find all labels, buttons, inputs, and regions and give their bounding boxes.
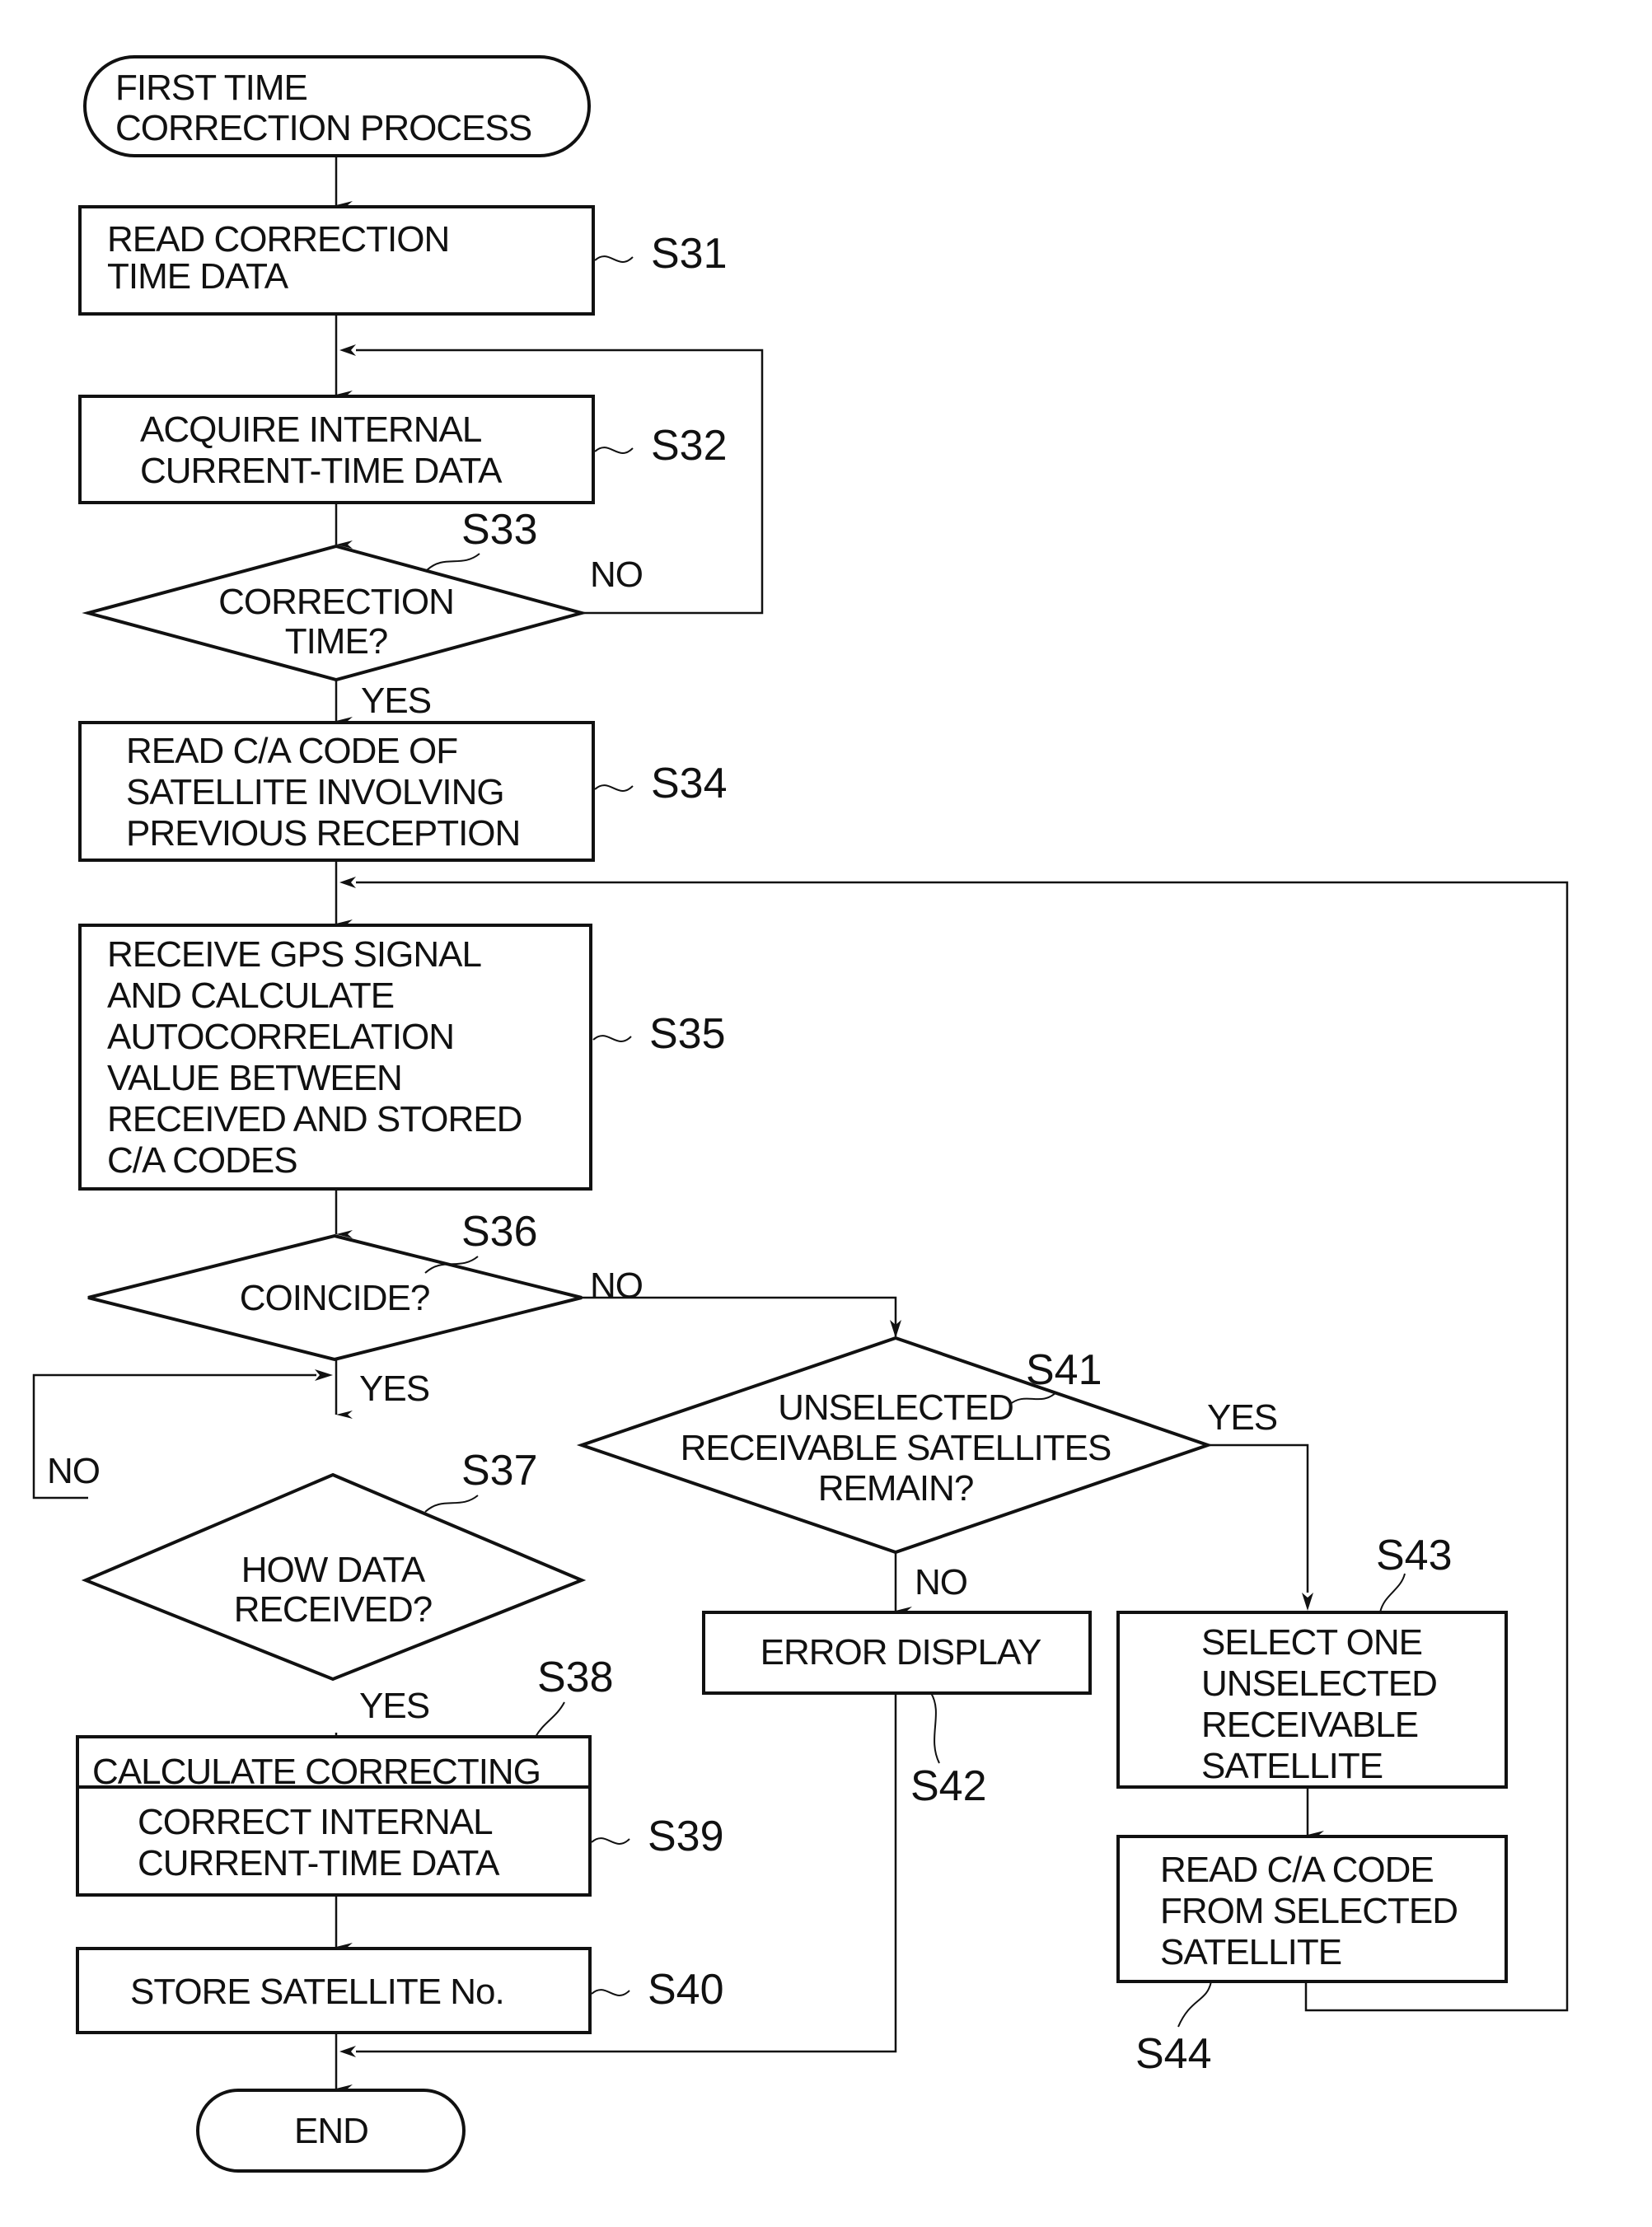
decision-text: RECEIVED?	[234, 1589, 432, 1630]
step-text: FROM SELECTED	[1160, 1891, 1458, 1931]
step-s35: RECEIVE GPS SIGNAL AND CALCULATE AUTOCOR…	[78, 924, 726, 1191]
decision-text: RECEIVABLE SATELLITES	[681, 1428, 1111, 1468]
step-label: S41	[1026, 1346, 1102, 1394]
end-terminal: END	[196, 2089, 466, 2173]
step-text: RECEIVED AND STORED	[107, 1099, 522, 1139]
step-s34: READ C/A CODE OF SATELLITE INVOLVING PRE…	[78, 721, 728, 862]
step-s39: CORRECT INTERNAL CURRENT-TIME DATA S39	[76, 1785, 724, 1897]
step-label: S32	[651, 422, 728, 470]
step-text: CURRENT-TIME DATA	[138, 1843, 500, 1883]
step-text: READ C/A CODE OF	[126, 731, 457, 771]
edge-label-yes: YES	[359, 1686, 429, 1726]
arrowhead	[339, 2046, 356, 2057]
decision-s37: HOW DATA RECEIVED? S37 NO YES	[47, 1447, 587, 1726]
step-label: S44	[1135, 2030, 1212, 2078]
step-label: S34	[651, 760, 728, 807]
edge-label-yes: YES	[359, 1368, 429, 1409]
step-s42: ERROR DISPLAY S42	[702, 1611, 1092, 1810]
step-text: UNSELECTED	[1201, 1663, 1437, 1704]
step-text: SELECT ONE	[1201, 1622, 1422, 1663]
step-label: S33	[461, 506, 538, 554]
step-s32: ACQUIRE INTERNAL CURRENT-TIME DATA S32	[78, 395, 728, 504]
step-s40: STORE SATELLITE No. S40	[76, 1947, 724, 2034]
step-text: CORRECT INTERNAL	[138, 1802, 493, 1842]
step-text: SATELLITE	[1201, 1746, 1383, 1786]
edge-s41-yes-s43	[1208, 1443, 1309, 1593]
edge-label-no: NO	[47, 1451, 100, 1491]
step-s31: READ CORRECTION TIME DATA S31	[78, 205, 728, 316]
step-text: PREVIOUS RECEPTION	[126, 813, 520, 854]
decision-s41: UNSELECTED RECEIVABLE SATELLITES REMAIN?…	[576, 1336, 1278, 1602]
step-s44: READ C/A CODE FROM SELECTED SATELLITE S4…	[1116, 1835, 1508, 2078]
step-text: RECEIVE GPS SIGNAL	[107, 934, 481, 975]
edge-label-no: NO	[590, 554, 643, 595]
edge-label-yes: YES	[361, 681, 431, 721]
arrowhead	[339, 344, 356, 356]
start-line-2: CORRECTION PROCESS	[115, 108, 531, 148]
start-line-1: FIRST TIME	[115, 68, 307, 108]
step-text: VALUE BETWEEN	[107, 1058, 402, 1098]
step-text: C/A CODES	[107, 1140, 297, 1181]
decision-text: CORRECTION	[218, 582, 454, 622]
step-text: CURRENT-TIME DATA	[140, 451, 503, 491]
start-terminal: FIRST TIME CORRECTION PROCESS	[83, 55, 591, 157]
step-text: AND CALCULATE	[107, 975, 394, 1016]
step-text: SATELLITE	[1160, 1932, 1341, 1972]
step-text: STORE SATELLITE No.	[130, 1972, 504, 2012]
step-label: S43	[1376, 1532, 1453, 1579]
step-text: RECEIVABLE	[1201, 1705, 1418, 1745]
step-label: S42	[910, 1762, 987, 1810]
arrowhead	[315, 1369, 333, 1381]
step-label: S39	[648, 1813, 724, 1860]
edge-label-no: NO	[915, 1562, 967, 1602]
decision-text: UNSELECTED	[778, 1387, 1013, 1428]
step-label: S35	[649, 1010, 726, 1058]
step-text: READ CORRECTION	[107, 219, 449, 260]
decision-s33: CORRECTION TIME? S33 NO YES	[82, 506, 643, 721]
step-label: S40	[648, 1966, 724, 2014]
step-label: S31	[651, 230, 728, 278]
edge-label-no: NO	[590, 1266, 643, 1306]
flowchart: FIRST TIME CORRECTION PROCESS READ CORRE…	[32, 55, 1569, 2173]
decision-text: COINCIDE?	[240, 1278, 430, 1318]
step-s43: SELECT ONE UNSELECTED RECEIVABLE SATELLI…	[1116, 1532, 1508, 1789]
end-text: END	[294, 2111, 368, 2151]
decision-text: REMAIN?	[818, 1468, 974, 1509]
step-text: READ C/A CODE	[1160, 1850, 1434, 1890]
decision-s36: COINCIDE? S36 NO YES	[87, 1208, 643, 1409]
step-text: SATELLITE INVOLVING	[126, 772, 504, 812]
step-text: ACQUIRE INTERNAL	[140, 409, 482, 450]
decision-text: HOW DATA	[241, 1550, 426, 1590]
step-text: ERROR DISPLAY	[760, 1632, 1041, 1673]
step-label: S38	[537, 1654, 614, 1701]
arrowhead	[339, 877, 356, 888]
step-label: S37	[461, 1447, 538, 1495]
step-text: AUTOCORRELATION	[107, 1017, 454, 1057]
step-text: TIME DATA	[107, 256, 289, 297]
arrowhead	[1302, 1593, 1313, 1611]
step-label: S36	[461, 1208, 538, 1256]
edge-label-yes: YES	[1207, 1397, 1277, 1438]
decision-text: TIME?	[285, 621, 388, 662]
